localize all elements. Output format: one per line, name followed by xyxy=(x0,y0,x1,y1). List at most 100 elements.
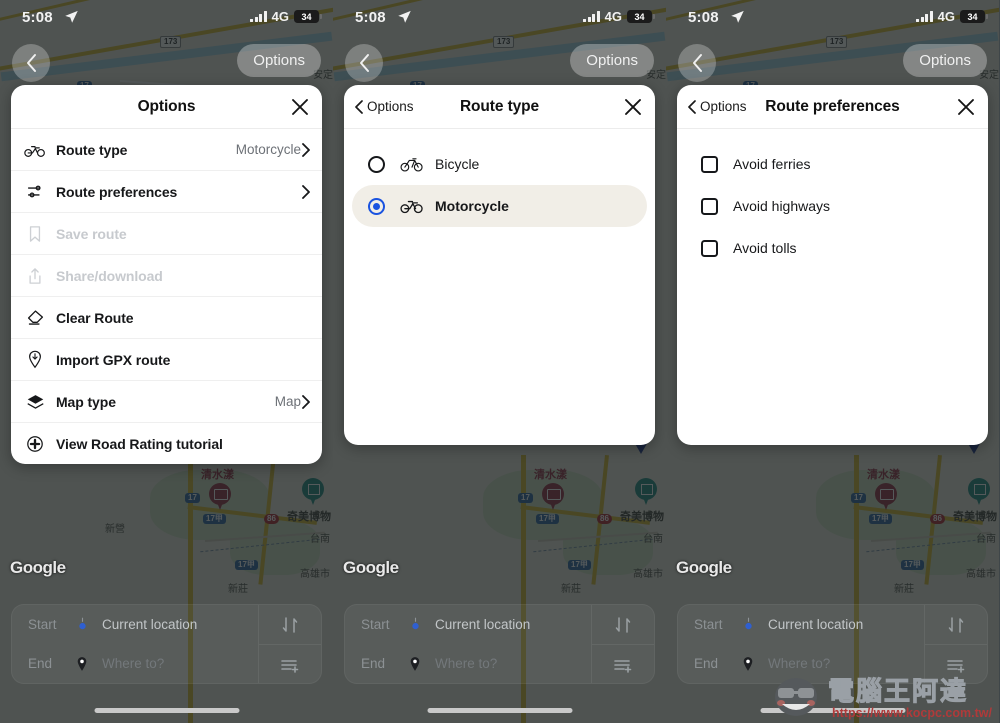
sheet-back-button[interactable]: Options xyxy=(688,99,747,114)
battery-level: 34 xyxy=(301,11,312,22)
route-entry-actions xyxy=(591,605,654,683)
swap-arrows-icon xyxy=(615,616,631,633)
share-icon xyxy=(24,265,46,287)
preference-option-avoid-highways[interactable]: Avoid highways xyxy=(685,185,980,227)
close-icon[interactable] xyxy=(623,97,643,117)
checkbox[interactable] xyxy=(699,196,719,216)
map-options-label: Options xyxy=(586,52,638,69)
plus-circle-icon xyxy=(24,433,46,455)
battery-level: 34 xyxy=(967,11,978,22)
end-field-row[interactable]: End Where to? xyxy=(12,644,253,683)
add-waypoint-button[interactable] xyxy=(925,644,987,683)
radio-button[interactable] xyxy=(366,196,386,216)
start-label: Start xyxy=(694,617,723,632)
route-type-option-bicycle[interactable]: Bicycle xyxy=(352,143,647,185)
menu-item-save-route: Save route xyxy=(11,213,322,255)
start-value: Current location xyxy=(768,617,864,632)
battery-indicator: 34 xyxy=(960,10,988,23)
menu-item-label: Route type xyxy=(56,141,128,158)
route-type-sheet: Options Route type Bicycle Motorcycle xyxy=(344,85,655,445)
menu-item-map-type[interactable]: Map type Map xyxy=(11,381,322,423)
preference-option-label: Avoid ferries xyxy=(733,156,811,172)
chevron-left-icon xyxy=(26,54,36,72)
route-entry-bar: Start Current location End Where to? xyxy=(344,604,655,684)
menu-item-import-gpx[interactable]: Import GPX route xyxy=(11,339,322,381)
map-back-button[interactable] xyxy=(345,44,383,82)
status-bar: 5:08 4G 34 xyxy=(333,0,666,34)
start-value: Current location xyxy=(102,617,198,632)
chevron-left-icon xyxy=(688,99,696,114)
google-attribution: Google xyxy=(10,558,66,577)
route-preferences-sheet: Options Route preferences Avoid ferries … xyxy=(677,85,988,445)
close-icon[interactable] xyxy=(290,97,310,117)
sheet-header: Options xyxy=(11,85,322,129)
add-waypoint-button[interactable] xyxy=(592,644,654,683)
menu-item-route-preferences[interactable]: Route preferences xyxy=(11,171,322,213)
bicycle-icon xyxy=(400,156,424,172)
battery-indicator: 34 xyxy=(627,10,655,23)
sheet-back-button[interactable]: Options xyxy=(355,99,414,114)
menu-item-label: Share/download xyxy=(56,267,163,284)
start-field-row[interactable]: Start Current location xyxy=(12,605,253,644)
close-icon[interactable] xyxy=(956,97,976,117)
options-sheet: Options Route type Motorcycle Route pref… xyxy=(11,85,322,464)
menu-item-label: Clear Route xyxy=(56,309,134,326)
map-options-label: Options xyxy=(253,52,305,69)
current-location-icon xyxy=(738,617,758,632)
map-options-pill[interactable]: Options xyxy=(570,44,654,77)
route-type-option-label: Bicycle xyxy=(435,156,480,172)
phone-screen-route-type: 173 17 17 17甲 86 17甲 清水漾 奇美博物 台南 高雄市 新莊 … xyxy=(333,0,666,723)
add-waypoint-icon xyxy=(614,659,632,673)
map-options-pill[interactable]: Options xyxy=(237,44,321,77)
preference-option-avoid-ferries[interactable]: Avoid ferries xyxy=(685,143,980,185)
sheet-back-label: Options xyxy=(367,99,414,114)
radio-button[interactable] xyxy=(366,154,386,174)
eraser-icon xyxy=(24,307,46,329)
preference-option-label: Avoid tolls xyxy=(733,240,797,256)
battery-indicator: 34 xyxy=(294,10,322,23)
menu-item-road-rating-tutorial[interactable]: View Road Rating tutorial xyxy=(11,423,322,464)
motorcycle-icon xyxy=(400,198,424,214)
home-indicator xyxy=(427,708,572,713)
swap-endpoints-button[interactable] xyxy=(592,605,654,644)
start-value: Current location xyxy=(435,617,531,632)
map-back-button[interactable] xyxy=(12,44,50,82)
end-label: End xyxy=(361,656,386,671)
map-options-label: Options xyxy=(919,52,971,69)
cellular-signal-icon xyxy=(583,11,600,22)
phone-screen-route-preferences: 173 17 17 17甲 86 17甲 清水漾 奇美博物 台南 高雄市 新莊 … xyxy=(666,0,999,723)
chevron-right-icon xyxy=(302,142,310,157)
map-back-button[interactable] xyxy=(678,44,716,82)
sheet-back-label: Options xyxy=(700,99,747,114)
chevron-left-icon xyxy=(692,54,702,72)
chevron-right-icon xyxy=(302,184,310,199)
checkbox[interactable] xyxy=(699,238,719,258)
destination-pin-icon xyxy=(72,656,92,672)
sheet-title: Options xyxy=(137,97,196,115)
start-field-row[interactable]: Start Current location xyxy=(345,605,586,644)
menu-item-clear-route[interactable]: Clear Route xyxy=(11,297,322,339)
preference-option-avoid-tolls[interactable]: Avoid tolls xyxy=(685,227,980,269)
sheet-header: Options Route preferences xyxy=(677,85,988,129)
menu-item-value: Motorcycle xyxy=(235,142,301,157)
end-field-row[interactable]: End Where to? xyxy=(678,644,919,683)
network-type: 4G xyxy=(271,9,289,24)
menu-item-route-type[interactable]: Route type Motorcycle xyxy=(11,129,322,171)
swap-endpoints-button[interactable] xyxy=(259,605,321,644)
checkbox[interactable] xyxy=(699,154,719,174)
menu-item-label: Import GPX route xyxy=(56,351,171,368)
location-arrow-icon xyxy=(65,10,78,23)
preference-option-label: Avoid highways xyxy=(733,198,831,214)
map-options-pill[interactable]: Options xyxy=(903,44,987,77)
end-field-row[interactable]: End Where to? xyxy=(345,644,586,683)
location-arrow-icon xyxy=(398,10,411,23)
motorcycle-icon xyxy=(24,139,46,161)
add-waypoint-button[interactable] xyxy=(259,644,321,683)
add-waypoint-icon xyxy=(947,659,965,673)
home-indicator xyxy=(760,708,905,713)
battery-level: 34 xyxy=(634,11,645,22)
swap-endpoints-button[interactable] xyxy=(925,605,987,644)
route-type-option-motorcycle[interactable]: Motorcycle xyxy=(352,185,647,227)
current-location-icon xyxy=(405,617,425,632)
start-field-row[interactable]: Start Current location xyxy=(678,605,919,644)
